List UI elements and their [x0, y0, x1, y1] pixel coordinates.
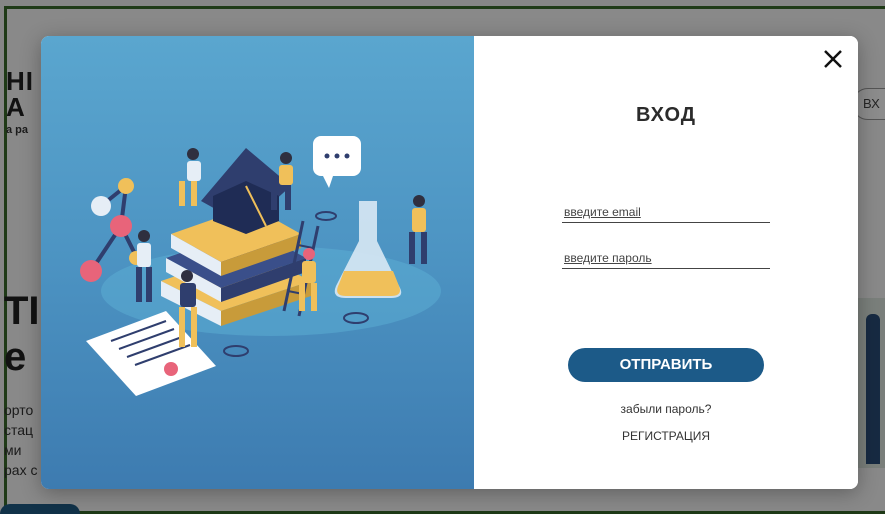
close-button[interactable] [820, 46, 846, 72]
education-illustration-svg [80, 136, 441, 396]
email-field[interactable] [562, 201, 770, 223]
login-form: ВХОД ОТПРАВИТЬ забыли пароль? РЕГИСТРАЦИ… [474, 36, 858, 489]
paperclip-icon [315, 211, 337, 221]
submit-button[interactable]: ОТПРАВИТЬ [568, 348, 764, 382]
flask-icon [334, 201, 402, 298]
chat-bubble-icon [313, 136, 361, 188]
login-modal: ВХОД ОТПРАВИТЬ забыли пароль? РЕГИСТРАЦИ… [41, 36, 858, 489]
education-illustration [41, 36, 474, 489]
close-icon [824, 50, 842, 68]
student-figure-3 [409, 195, 427, 264]
form-title: ВХОД [635, 104, 697, 126]
graduation-cap-icon [201, 148, 291, 234]
register-link[interactable]: РЕГИСТРАЦИЯ [474, 429, 858, 443]
paperclip-icon [223, 345, 249, 357]
student-figure-1 [179, 148, 201, 206]
password-field[interactable] [562, 247, 770, 269]
forgot-password-link[interactable]: забыли пароль? [474, 402, 858, 416]
